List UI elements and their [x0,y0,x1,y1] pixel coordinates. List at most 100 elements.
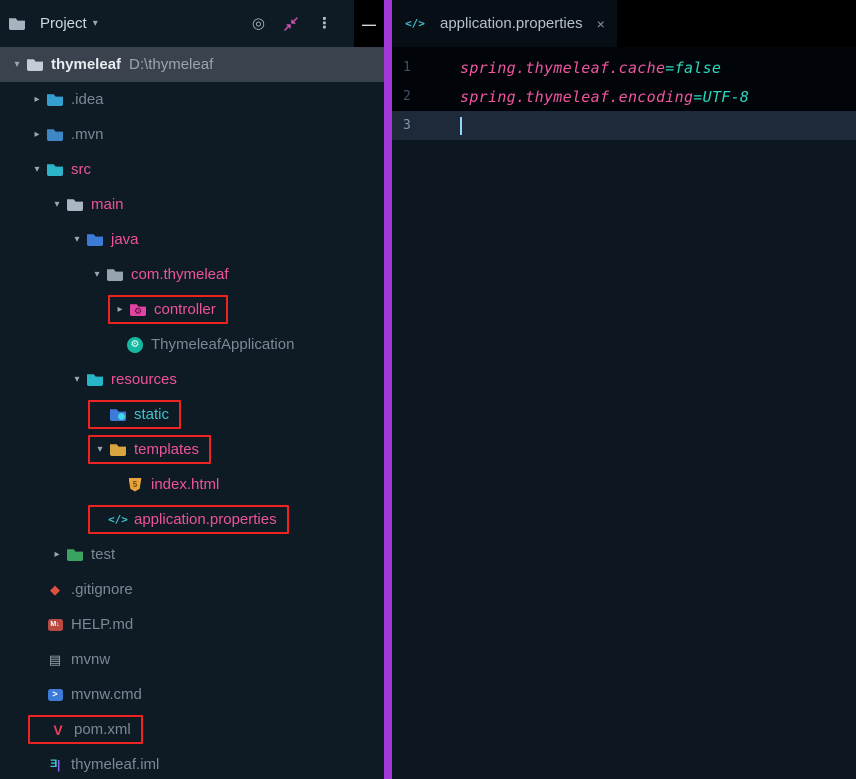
properties-file-icon: </> [405,17,425,30]
chevron-down-icon[interactable]: ▾ [88,269,106,280]
editor-tab-bar: </> application.properties × [392,0,856,47]
tree-item-label: controller [154,301,216,318]
tree-item-path: D:\thymeleaf [129,56,214,73]
project-panel-header: Project ▾ ◎ ⋮ — [0,0,384,47]
tree-item-templates[interactable]: ▾ templates [0,432,384,467]
test-folder-icon [66,547,84,563]
close-tab-icon[interactable]: × [597,16,605,32]
red-annotation-box: ▾ templates [88,435,212,464]
tree-item-thymeleafapplication[interactable]: ⚙ ThymeleafApplication [0,327,384,362]
ide-window: Project ▾ ◎ ⋮ — ▾ thymeleaf D:\thymeleaf ▸.… [0,0,856,779]
tree-item-application-properties[interactable]: </> application.properties [0,502,384,537]
red-annotation-box: Vpom.xml [28,715,143,744]
row-content: ◆ .gitignore [28,575,133,604]
row-content: E | thymeleaf.iml [28,750,160,779]
tree-item-mvn[interactable]: ▸ .mvn [0,117,384,152]
spring-class-icon: ⚙ [126,336,144,353]
locate-file-icon[interactable]: ◎ [252,16,265,31]
code-editor[interactable]: 1 spring.thymeleaf.cache=false 2 spring.thy… [392,47,856,779]
code-line-2[interactable]: 2 spring.thymeleaf.encoding=UTF-8 [392,82,856,111]
tree-item-static[interactable]: static [0,397,384,432]
controller-folder-icon: ⚙ [129,302,147,318]
tree-item-label: thymeleaf [51,56,122,73]
property-value: =false [665,58,722,77]
tree-item-index-html[interactable]: 5 index.html [0,467,384,502]
tab-application-properties[interactable]: </> application.properties × [392,0,617,47]
html-file-icon: 5 [126,477,144,493]
row-content: > mvnw.cmd [28,680,142,709]
chevron-right-icon[interactable]: ▸ [28,129,46,140]
chevron-right-icon[interactable]: ▸ [111,304,129,315]
chevron-down-icon[interactable]: ▾ [8,59,26,70]
tree-item-label: resources [111,371,177,388]
more-options-icon[interactable]: ⋮ [317,16,332,31]
properties-file-icon: </> [108,513,128,526]
panel-resize-divider[interactable] [384,0,392,779]
tree-item-label: ThymeleafApplication [151,336,295,353]
tree-item-pom-xml[interactable]: Vpom.xml [0,712,384,747]
tree-item-label: java [111,231,139,248]
row-content: M↓ HELP.md [28,610,133,639]
resources-folder-icon [86,372,104,388]
git-file-icon: ◆ [50,582,60,597]
package-folder-icon [106,267,124,283]
row-content: ▾ java [68,225,139,254]
code-line-1[interactable]: 1 spring.thymeleaf.cache=false [392,53,856,82]
tree-item-idea[interactable]: ▸ .idea [0,82,384,117]
chevron-down-icon[interactable]: ▾ [68,234,86,245]
tree-item-java[interactable]: ▾ java [0,222,384,257]
project-panel-title[interactable]: Project [40,15,87,32]
static-folder-icon [109,407,127,423]
chevron-down-icon[interactable]: ▾ [93,18,98,29]
chevron-down-icon[interactable]: ▾ [48,199,66,210]
project-view-icon [8,16,26,32]
tab-label: application.properties [440,15,583,32]
tree-item-label: thymeleaf.iml [71,756,160,773]
chevron-down-icon[interactable]: ▾ [68,374,86,385]
code-text: spring.thymeleaf.cache=false [450,59,721,77]
row-content: ▾ com.thymeleaf [88,260,228,289]
tree-item-label: .idea [71,91,104,108]
tree-item-main[interactable]: ▾ main [0,187,384,222]
tree-item-test[interactable]: ▸ test [0,537,384,572]
row-content: 5 index.html [108,470,219,499]
tree-item-label: application.properties [134,511,277,528]
chevron-right-icon[interactable]: ▸ [48,549,66,560]
red-annotation-box: static [88,400,182,429]
tree-item-label: templates [134,441,200,458]
tree-item-gitignore[interactable]: ◆ .gitignore [0,572,384,607]
row-content: ▸ test [48,540,115,569]
tree-item-mvnw-cmd[interactable]: > mvnw.cmd [0,677,384,712]
tree-item-thymeleaf-iml[interactable]: E | thymeleaf.iml [0,747,384,779]
tree-item-label: mvnw.cmd [71,686,142,703]
templates-folder-icon [109,442,127,458]
chevron-down-icon[interactable]: ▾ [91,444,109,455]
chevron-down-icon[interactable]: ▾ [28,164,46,175]
chevron-right-icon[interactable]: ▸ [28,94,46,105]
tree-item-mvnw[interactable]: ▤ mvnw [0,642,384,677]
tree-item-resources[interactable]: ▾ resources [0,362,384,397]
line-number: 1 [403,60,411,75]
tree-item-thymeleaf[interactable]: ▾ thymeleaf D:\thymeleaf [0,47,384,82]
property-key: spring.thymeleaf.cache [460,58,666,77]
hide-panel-icon[interactable]: — [362,16,376,32]
red-annotation-box: </> application.properties [88,505,289,534]
row-content: ▾ thymeleaf D:\thymeleaf [8,50,213,79]
tree-item-controller[interactable]: ▸ ⚙ controller [0,292,384,327]
collapse-all-icon[interactable] [283,16,299,32]
tree-item-label: index.html [151,476,220,493]
tree-item-com-thymeleaf[interactable]: ▾ com.thymeleaf [0,257,384,292]
code-line-3[interactable]: 3 [392,111,856,140]
mvn-folder-icon [46,127,64,143]
tree-item-help-md[interactable]: M↓ HELP.md [0,607,384,642]
tree-item-src[interactable]: ▾ src [0,152,384,187]
